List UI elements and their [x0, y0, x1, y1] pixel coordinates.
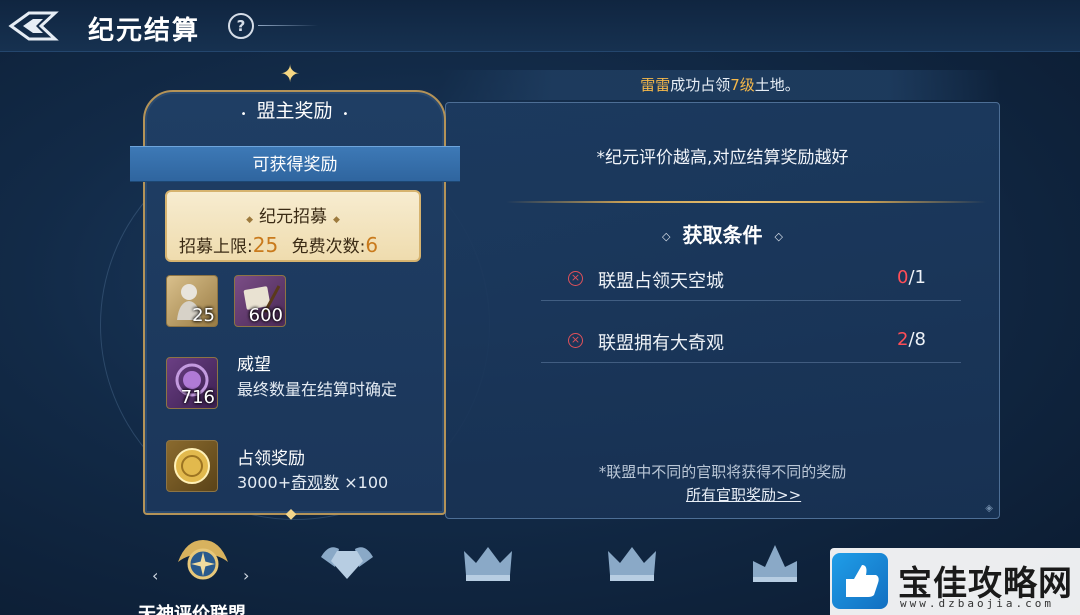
ornament-icon: ◆ [333, 215, 340, 225]
condition-progress: 0/1 [897, 267, 926, 288]
condition-progress: 2/8 [897, 329, 926, 350]
player-name: 雷雷 [640, 76, 671, 94]
item-count: 716 [180, 387, 215, 408]
era-recruit-card[interactable]: ◆ 纪元招募 ◆ 招募上限:25 免费次数:6 [165, 190, 421, 262]
crown-icon [464, 547, 512, 581]
conditions-title-text: 获取条件 [682, 223, 763, 247]
progress-total: /1 [908, 267, 926, 288]
tier-selected-label: 天神评价联盟 [138, 604, 246, 615]
occupation-reward-name: 占领奖励 [237, 449, 305, 469]
watermark-logo-icon [832, 553, 888, 609]
winged-compass-emblem-icon [178, 540, 228, 580]
unmet-x-icon: × [568, 333, 583, 348]
watermark-url: www.dzbaojia.com [900, 597, 1054, 610]
recruit-stats: 招募上限:25 免费次数:6 [179, 232, 378, 257]
title-divider [258, 25, 318, 26]
occupation-desc-prefix: 3000+ [237, 473, 292, 492]
item-count: 600 [248, 305, 283, 326]
ornament-icon: ◆ [246, 215, 253, 225]
condition-row: × 联盟占领天空城 0/1 [541, 261, 961, 301]
recruit-title-text: 纪元招募 [259, 207, 327, 227]
condition-label: 联盟拥有大奇观 [598, 333, 724, 354]
occupation-desc-suffix: ×100 [339, 473, 389, 492]
tier-prev-arrow[interactable]: ‹ [152, 566, 158, 585]
rating-tip: *纪元评价越高,对应结算奖励越好 [596, 148, 849, 168]
item-count: 25 [192, 305, 215, 326]
recruit-title: ◆ 纪元招募 ◆ [167, 202, 419, 227]
conditions-heading: ◇ 获取条件 ◇ [446, 219, 999, 248]
occupation-reward-desc: 3000+奇观数 ×100 [237, 469, 388, 493]
crown-icon [753, 545, 797, 582]
back-button[interactable] [6, 6, 64, 46]
thumbs-up-icon [846, 565, 879, 597]
all-rank-rewards-link[interactable]: 所有官职奖励>> [686, 484, 801, 505]
leader-reward-title-text: 盟主奖励 [256, 100, 333, 122]
reward-item[interactable]: 600 [234, 275, 286, 327]
dot-icon: • [240, 109, 247, 120]
prestige-desc: 最终数量在结算时确定 [237, 380, 398, 399]
land-level: 7级 [730, 76, 755, 94]
corner-mark-icon: ◈ [985, 503, 993, 514]
banner-text: 成功占领 [670, 76, 731, 94]
unmet-x-icon: × [568, 271, 583, 286]
free-times-label: 免费次数: [291, 237, 366, 257]
help-icon[interactable]: ? [228, 13, 254, 39]
tier-option[interactable] [597, 532, 667, 592]
result-banner: 雷雷成功占领7级土地。 [440, 70, 1000, 100]
tier-option[interactable] [453, 532, 523, 592]
tier-option[interactable] [740, 532, 810, 592]
dot-icon: • [342, 109, 349, 120]
wonder-count-link[interactable]: 奇观数 [291, 473, 339, 492]
progress-current: 0 [897, 267, 909, 288]
panel-bottom-ornament-icon: ◆ [285, 506, 297, 522]
banner-text-end: 土地。 [754, 76, 800, 94]
tier-next-arrow[interactable]: › [243, 566, 249, 585]
recruit-limit-label: 招募上限: [179, 237, 253, 257]
reward-item[interactable]: 25 [166, 275, 218, 327]
condition-row: × 联盟拥有大奇观 2/8 [541, 323, 961, 363]
gold-coin-icon [174, 448, 210, 484]
winged-diamond-icon [321, 547, 373, 579]
top-bar: 纪元结算 ? [0, 0, 1080, 52]
tier-selected[interactable] [168, 532, 238, 592]
diamond-icon: ◇ [774, 230, 783, 243]
diamond-icon: ◇ [662, 230, 671, 243]
gold-divider [506, 201, 986, 203]
occupation-reward-item[interactable] [166, 440, 218, 492]
back-arrow-icon [8, 11, 59, 41]
conditions-panel: *纪元评价越高,对应结算奖励越好 ◇ 获取条件 ◇ × 联盟占领天空城 0/1 × … [445, 102, 1000, 519]
page-title: 纪元结算 [88, 16, 201, 46]
tier-option[interactable] [312, 532, 382, 592]
condition-label: 联盟占领天空城 [598, 271, 724, 292]
prestige-item[interactable]: 716 [166, 357, 218, 409]
star-icon: ✦ [280, 60, 301, 88]
free-times-value: 6 [365, 233, 379, 257]
progress-current: 2 [897, 329, 909, 350]
recruit-limit-value: 25 [252, 233, 279, 257]
crown-icon [608, 547, 656, 581]
rank-reward-note: *联盟中不同的官职将获得不同的奖励 [598, 463, 847, 481]
progress-total: /8 [908, 329, 926, 350]
available-rewards-ribbon: 可获得奖励 [130, 146, 460, 182]
leader-reward-title: • 盟主奖励 • [143, 96, 446, 123]
prestige-name: 威望 [237, 355, 271, 375]
